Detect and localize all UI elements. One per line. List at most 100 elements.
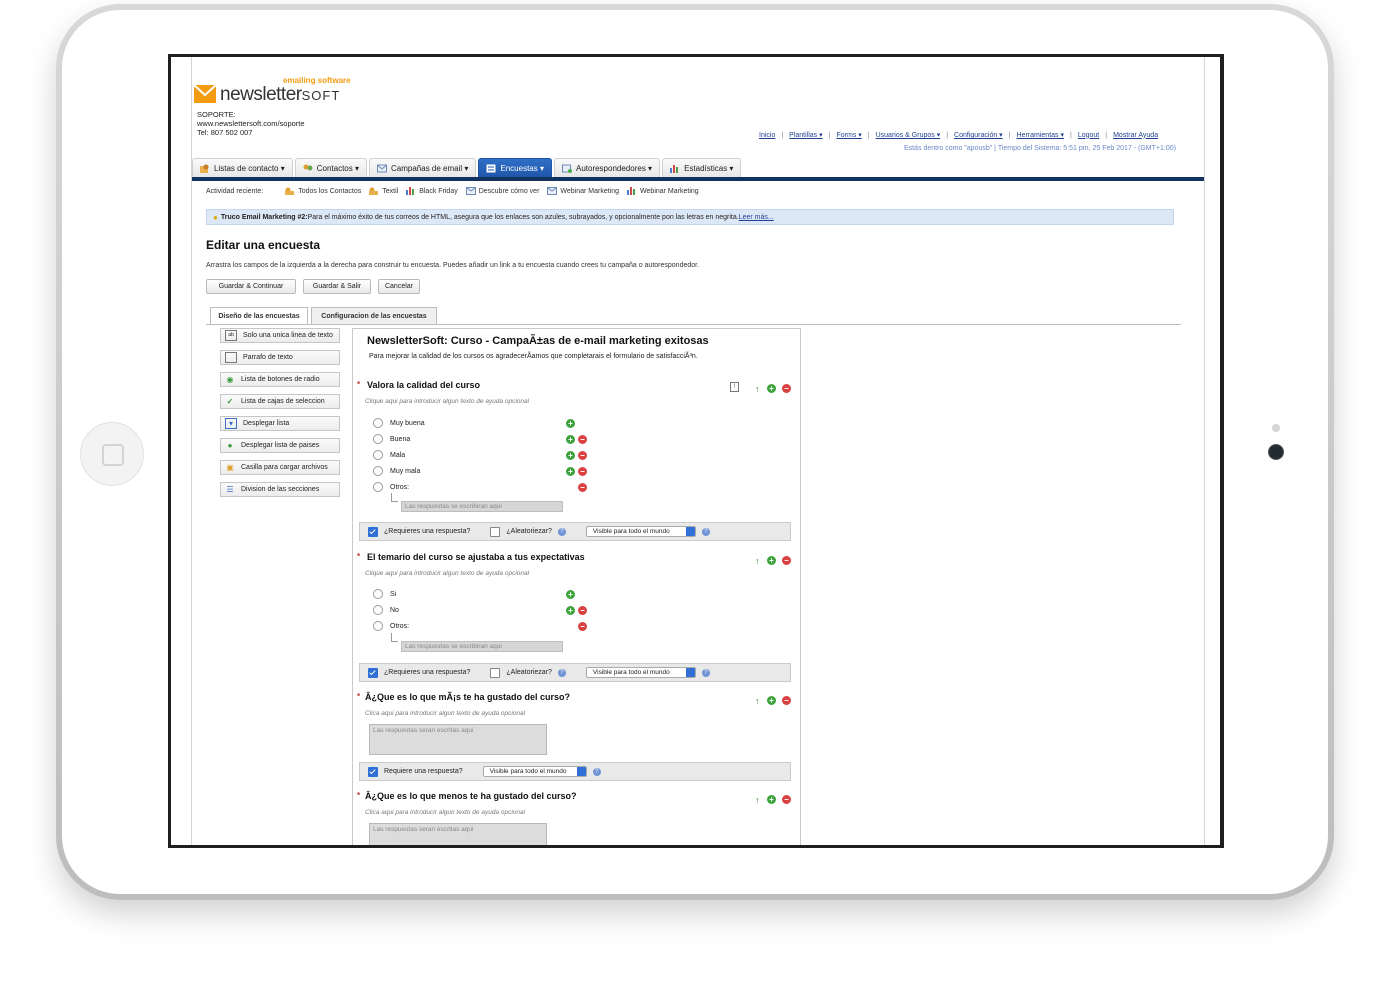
help-icon[interactable]: ?: [557, 668, 566, 677]
q2-option[interactable]: Si: [373, 589, 396, 599]
q2-option[interactable]: No: [373, 605, 399, 615]
required-checkbox[interactable]: [368, 526, 378, 537]
radio-button[interactable]: [373, 466, 383, 476]
nav-forms[interactable]: Forms ▾: [836, 131, 861, 139]
survey-title[interactable]: NewsletterSoft: Curso - CampaÃ±as de e-m…: [367, 335, 709, 347]
tab-estadisticas[interactable]: Estadísticas ▾: [662, 158, 742, 178]
remove-option-icon[interactable]: −: [578, 606, 587, 615]
q1-option[interactable]: Muy buena: [373, 418, 425, 428]
remove-icon[interactable]: −: [782, 795, 791, 804]
field-checkbox-list[interactable]: ✓ Lista de cajas de seleccion: [220, 394, 340, 409]
help-icon[interactable]: ?: [592, 767, 601, 776]
radio-button[interactable]: [373, 589, 383, 599]
move-up-icon[interactable]: ↑: [755, 556, 761, 566]
field-country-dropdown[interactable]: ● Desplegar lista de paises: [220, 438, 340, 453]
q4-title[interactable]: Â¿Que es lo que menos te ha gustado del …: [365, 791, 577, 801]
radio-button[interactable]: [373, 418, 383, 428]
recent-item[interactable]: Textil: [369, 187, 398, 195]
nav-usuarios[interactable]: Usuarios & Grupos ▾: [876, 131, 941, 139]
help-icon[interactable]: ?: [701, 668, 710, 677]
q1-help[interactable]: Clique aqui para introducir algun texto …: [365, 398, 529, 405]
q2-option-other[interactable]: Otros:: [373, 621, 409, 631]
q4-help[interactable]: Clica aqui para introducir algun texto d…: [365, 809, 525, 816]
required-checkbox[interactable]: [368, 766, 378, 777]
required-checkbox[interactable]: [368, 667, 378, 678]
q4-answer-textarea[interactable]: Las respuestas seran escritas aqui: [369, 823, 547, 845]
survey-subtitle[interactable]: Para mejorar la calidad de los cursos os…: [369, 353, 698, 360]
move-up-icon[interactable]: ↑: [755, 384, 761, 394]
add-option-icon[interactable]: +: [566, 606, 575, 615]
edit-icon[interactable]: !: [730, 382, 739, 392]
tip-read-more-link[interactable]: Leer más...: [739, 214, 774, 221]
radio-button[interactable]: [373, 605, 383, 615]
q3-title[interactable]: Â¿Que es lo que mÃ¡s te ha gustado del c…: [365, 692, 570, 702]
remove-option-icon[interactable]: −: [578, 467, 587, 476]
logo[interactable]: emailing software newsletterSOFT: [192, 75, 362, 115]
randomize-checkbox[interactable]: [490, 526, 501, 537]
q3-answer-textarea[interactable]: Las respuestas seran escritas aqui: [369, 724, 547, 755]
add-option-icon[interactable]: +: [566, 451, 575, 460]
nav-inicio[interactable]: Inicio: [759, 132, 775, 139]
add-option-icon[interactable]: +: [566, 590, 575, 599]
remove-icon[interactable]: −: [782, 384, 791, 393]
tab-campanas-email[interactable]: Campañas de email ▾: [369, 158, 477, 178]
recent-item[interactable]: Webinar Marketing: [547, 187, 619, 195]
field-dropdown[interactable]: ▾ Desplegar lista: [220, 416, 340, 431]
tab-diseno-encuestas[interactable]: Diseño de las encuestas: [210, 307, 308, 325]
remove-icon[interactable]: −: [782, 696, 791, 705]
remove-option-icon[interactable]: −: [578, 622, 587, 631]
nav-herramientas[interactable]: Herramientas ▾: [1017, 131, 1064, 139]
tab-encuestas[interactable]: Encuestas ▾: [478, 158, 552, 178]
remove-option-icon[interactable]: −: [578, 483, 587, 492]
remove-option-icon[interactable]: −: [578, 435, 587, 444]
remove-icon[interactable]: −: [782, 556, 791, 565]
visibility-select[interactable]: Visible para todo el mundo: [585, 526, 696, 537]
radio-button[interactable]: [373, 450, 383, 460]
q1-option-other[interactable]: Otros:: [373, 482, 409, 492]
help-icon[interactable]: ?: [701, 527, 710, 536]
recent-item[interactable]: Black Friday: [406, 187, 458, 195]
radio-button[interactable]: [373, 482, 383, 492]
field-file-upload[interactable]: ▣ Casilla para cargar archivos: [220, 460, 340, 475]
randomize-checkbox[interactable]: [490, 667, 501, 678]
add-icon[interactable]: +: [767, 795, 776, 804]
q1-title[interactable]: Valora la calidad del curso: [367, 380, 480, 390]
support-url[interactable]: www.newslettersoft.com/soporte: [197, 119, 305, 128]
add-icon[interactable]: +: [767, 384, 776, 393]
home-button[interactable]: [80, 422, 144, 486]
q2-help[interactable]: Clique aqui para introducir algun texto …: [365, 570, 529, 577]
q1-option[interactable]: Muy mala: [373, 466, 420, 476]
visibility-select[interactable]: Visible para todo el mundo: [482, 766, 587, 777]
tab-listas-de-contacto[interactable]: Listas de contacto ▾: [192, 158, 293, 178]
help-icon[interactable]: ?: [557, 527, 566, 536]
nav-logout[interactable]: Logout: [1078, 132, 1099, 139]
radio-button[interactable]: [373, 621, 383, 631]
nav-plantillas[interactable]: Plantillas ▾: [789, 131, 822, 139]
field-radio-list[interactable]: ◉ Lista de botones de radio: [220, 372, 340, 387]
add-option-icon[interactable]: +: [566, 435, 575, 444]
add-icon[interactable]: +: [767, 556, 776, 565]
save-exit-button[interactable]: Guardar & Salir: [303, 279, 371, 294]
nav-mostrar-ayuda[interactable]: Mostrar Ayuda: [1113, 132, 1158, 139]
visibility-select[interactable]: Visible para todo el mundo: [585, 667, 696, 678]
q1-option[interactable]: Buena: [373, 434, 410, 444]
recent-item[interactable]: Descubre cómo ver: [465, 187, 539, 195]
q2-title[interactable]: El temario del curso se ajustaba a tus e…: [367, 552, 585, 562]
add-icon[interactable]: +: [767, 696, 776, 705]
q2-other-input[interactable]: Las respuestas se escribiran aqui: [401, 641, 563, 652]
cancel-button[interactable]: Cancelar: [378, 279, 420, 294]
recent-item[interactable]: Webinar Marketing: [627, 187, 699, 195]
move-up-icon[interactable]: ↑: [755, 795, 761, 805]
field-single-line[interactable]: ab Solo una unica linea de texto: [220, 328, 340, 343]
tab-contactos[interactable]: Contactos ▾: [294, 158, 367, 178]
tab-configuracion-encuestas[interactable]: Configuracion de las encuestas: [311, 307, 437, 325]
add-option-icon[interactable]: +: [566, 419, 575, 428]
save-continue-button[interactable]: Guardar & Continuar: [206, 279, 296, 294]
add-option-icon[interactable]: +: [566, 467, 575, 476]
tab-autorespondedores[interactable]: Autorespondedores ▾: [553, 158, 661, 178]
move-up-icon[interactable]: ↑: [755, 696, 761, 706]
nav-configuracion[interactable]: Configuración ▾: [954, 131, 1003, 139]
field-paragraph[interactable]: Parrafo de texto: [220, 350, 340, 365]
q1-other-input[interactable]: Las respuestas se escribiran aqui: [401, 501, 563, 512]
field-section-break[interactable]: ☰ Division de las secciones: [220, 482, 340, 497]
